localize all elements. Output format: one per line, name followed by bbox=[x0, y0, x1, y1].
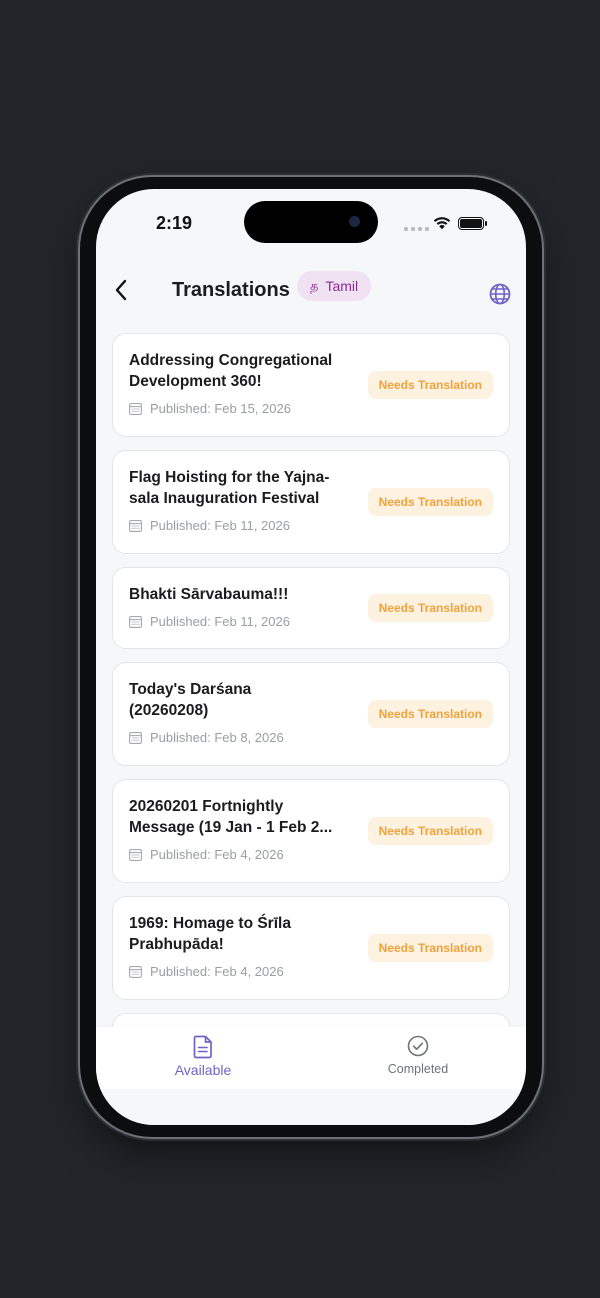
item-published: Published: Feb 11, 2026 bbox=[150, 518, 290, 533]
item-title: Today's Darśana (20260208) bbox=[129, 681, 252, 719]
item-title: Flag Hoisting for the Yajna-sala Inaugur… bbox=[129, 469, 330, 507]
nav-header: Translations த Tamil bbox=[96, 265, 526, 317]
list-item[interactable]: Bhakti Sārvabauma!!! Published: Feb 11, … bbox=[112, 567, 510, 649]
list-item[interactable]: 1969: Homage to Śrīla Prabhupāda! Publis… bbox=[112, 896, 510, 1000]
tab-bar: Available Completed bbox=[96, 1027, 526, 1089]
item-title: 1969: Homage to Śrīla Prabhupāda! bbox=[129, 915, 291, 953]
item-title: 20260201 Fortnightly Message (19 Jan - 1… bbox=[129, 798, 333, 836]
dynamic-island bbox=[244, 201, 378, 243]
item-published: Published: Feb 15, 2026 bbox=[150, 401, 291, 416]
item-published: Published: Feb 11, 2026 bbox=[150, 614, 290, 629]
wifi-icon bbox=[433, 217, 451, 230]
list-item[interactable]: 20260201 Fortnightly Message (19 Jan - 1… bbox=[112, 779, 510, 883]
language-chip[interactable]: த Tamil bbox=[297, 271, 372, 301]
calendar-icon bbox=[129, 732, 142, 744]
app-screen: 2:19 Translations த Tamil Addressing Con… bbox=[96, 189, 526, 1125]
item-meta: Published: Feb 4, 2026 bbox=[129, 964, 493, 979]
translation-list: Addressing Congregational Development 36… bbox=[112, 333, 510, 1073]
item-published: Published: Feb 8, 2026 bbox=[150, 730, 284, 745]
item-published: Published: Feb 4, 2026 bbox=[150, 847, 284, 862]
status-badge: Needs Translation bbox=[367, 934, 493, 962]
tab-available[interactable]: Available bbox=[148, 1027, 258, 1089]
battery-icon bbox=[458, 217, 487, 230]
chevron-left-icon bbox=[115, 279, 127, 301]
status-badge: Needs Translation bbox=[367, 817, 493, 845]
back-button[interactable] bbox=[106, 275, 136, 305]
signal-dots-icon bbox=[404, 227, 429, 231]
tab-completed[interactable]: Completed bbox=[363, 1027, 473, 1089]
list-item[interactable]: Today's Darśana (20260208) Published: Fe… bbox=[112, 662, 510, 766]
tab-completed-label: Completed bbox=[387, 1062, 449, 1076]
check-circle-icon bbox=[407, 1035, 429, 1057]
list-item[interactable]: Addressing Congregational Development 36… bbox=[112, 333, 510, 437]
document-icon bbox=[193, 1035, 212, 1059]
item-published: Published: Feb 4, 2026 bbox=[150, 964, 284, 979]
calendar-icon bbox=[129, 849, 142, 861]
phone-frame: 2:19 Translations த Tamil Addressing Con… bbox=[80, 177, 542, 1137]
tab-available-label: Available bbox=[174, 1062, 232, 1078]
home-indicator-area bbox=[96, 1089, 526, 1125]
status-badge: Needs Translation bbox=[367, 371, 493, 399]
item-meta: Published: Feb 11, 2026 bbox=[129, 518, 493, 533]
status-time: 2:19 bbox=[156, 213, 193, 233]
status-bar: 2:19 bbox=[96, 189, 526, 253]
calendar-icon bbox=[129, 966, 142, 978]
status-badge: Needs Translation bbox=[367, 488, 493, 516]
item-meta: Published: Feb 4, 2026 bbox=[129, 847, 493, 862]
item-title: Bhakti Sārvabauma!!! bbox=[129, 586, 289, 603]
status-badge: Needs Translation bbox=[367, 594, 493, 622]
globe-icon[interactable] bbox=[488, 282, 512, 306]
item-meta: Published: Feb 8, 2026 bbox=[129, 730, 493, 745]
calendar-icon bbox=[129, 616, 142, 628]
language-glyph: த bbox=[310, 277, 319, 293]
item-title: Addressing Congregational Development 36… bbox=[129, 352, 333, 390]
status-badge: Needs Translation bbox=[367, 700, 493, 728]
page-title: Translations bbox=[172, 279, 290, 301]
language-label: Tamil bbox=[325, 278, 359, 294]
list-item[interactable]: Flag Hoisting for the Yajna-sala Inaugur… bbox=[112, 450, 510, 554]
calendar-icon bbox=[129, 403, 142, 415]
item-meta: Published: Feb 15, 2026 bbox=[129, 401, 493, 416]
calendar-icon bbox=[129, 520, 142, 532]
